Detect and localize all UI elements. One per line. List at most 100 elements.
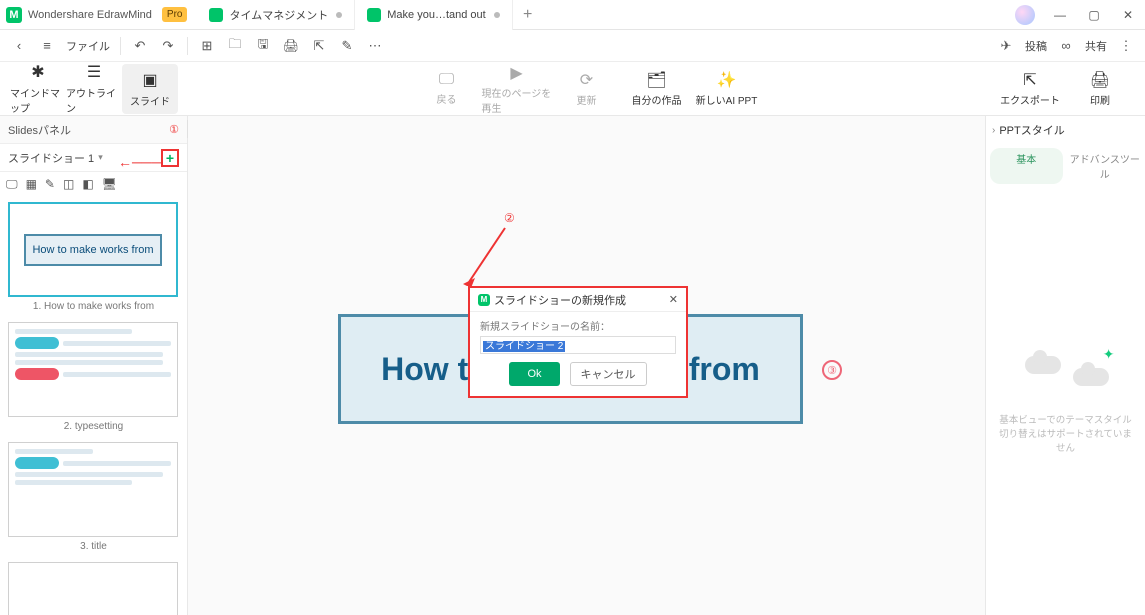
- open-icon[interactable]: 🗀: [226, 35, 244, 57]
- thumb-placeholder: [15, 329, 171, 410]
- edit-icon[interactable]: ✎: [45, 177, 55, 191]
- mode-outline[interactable]: ☰ アウトライン: [66, 56, 122, 121]
- new-slideshow-dialog: M スライドショーの新規作成 ✕ 新規スライドショーの名前： スライドショー 2…: [468, 286, 688, 398]
- workspace: Slidesパネル ① ‹ スライドショー 1 ▾ + ←─── 🖵 ▦ ✎ ◫…: [0, 116, 1145, 615]
- ribbon-back[interactable]: 🖵 戻る: [412, 71, 482, 106]
- ribbon-myworks[interactable]: 🗂 自分の作品: [622, 70, 692, 107]
- grid-icon[interactable]: ▦: [26, 177, 37, 191]
- panel-title: Slidesパネル: [8, 122, 71, 138]
- slides-list: How to make works from 1. How to make wo…: [0, 196, 187, 615]
- app-name: Wondershare EdrawMind: [28, 9, 152, 21]
- slide-caption: 3. title: [8, 541, 179, 552]
- layout-icon[interactable]: ◫: [63, 177, 74, 191]
- redo-icon[interactable]: ↷: [159, 38, 177, 54]
- arrange-icon[interactable]: ◧: [82, 177, 93, 191]
- outline-icon: ☰: [87, 62, 101, 82]
- present-icon[interactable]: 🖵: [6, 177, 18, 192]
- slideshow-name-input[interactable]: スライドショー 2: [480, 336, 676, 354]
- close-button[interactable]: ✕: [1111, 1, 1145, 29]
- share-icon[interactable]: ∞: [1057, 38, 1075, 53]
- file-menu[interactable]: ファイル: [66, 38, 110, 54]
- slideshow-row: スライドショー 1 ▾ + ←───: [0, 144, 187, 172]
- sparkle-icon: ✦: [1103, 346, 1115, 363]
- edit-icon[interactable]: ✎: [338, 38, 356, 54]
- panel-toolbar: 🖵 ▦ ✎ ◫ ◧ 🖥: [0, 172, 187, 196]
- ribbon-update[interactable]: ⟳ 更新: [552, 70, 622, 107]
- separator: [120, 37, 121, 55]
- ribbon-replay[interactable]: ▶ 現在のページを再生: [482, 63, 552, 115]
- slideshow-name: スライドショー 1: [8, 150, 94, 166]
- export-icon: ⇱: [1023, 70, 1036, 90]
- right-panel-body: ✦ 基本ビューでのテーマスタイル切り替えはサポートされていません: [986, 188, 1145, 615]
- document-tab-1[interactable]: タイムマネジメント: [197, 0, 355, 30]
- back-icon[interactable]: ‹: [10, 38, 28, 53]
- mindmap-icon: ✱: [31, 62, 44, 82]
- menu-icon[interactable]: ≡: [38, 38, 56, 53]
- tab-label: Make you…tand out: [387, 9, 485, 21]
- ribbon-aippt[interactable]: ✨ 新しいAI PPT: [692, 70, 762, 107]
- panel-header: Slidesパネル ① ‹: [0, 116, 187, 144]
- new-icon[interactable]: ⊞: [198, 38, 216, 54]
- app-icon: M: [6, 7, 22, 23]
- new-tab-button[interactable]: +: [513, 6, 543, 24]
- mode-slide[interactable]: ▣ スライド: [122, 64, 178, 114]
- annotation-arrow-1: ←───: [118, 154, 162, 170]
- thumb-title: How to make works from: [24, 234, 161, 266]
- mode-label: アウトライン: [66, 85, 122, 115]
- slide-thumb-4[interactable]: [8, 562, 179, 615]
- send-icon[interactable]: ✈: [997, 38, 1015, 54]
- document-icon: [367, 8, 381, 22]
- more-icon[interactable]: ⋯: [366, 38, 384, 54]
- avatar-icon[interactable]: [1015, 5, 1035, 25]
- post-button[interactable]: 投稿: [1025, 38, 1047, 54]
- export-icon[interactable]: ⇱: [310, 38, 328, 54]
- minimize-button[interactable]: —: [1043, 1, 1077, 29]
- ribbon-print[interactable]: 🖨 印刷: [1065, 70, 1135, 107]
- cancel-button[interactable]: キャンセル: [570, 362, 647, 386]
- right-panel-title: PPTスタイル: [999, 122, 1064, 138]
- slide-icon: ▣: [142, 70, 157, 90]
- document-tab-2[interactable]: Make you…tand out: [355, 0, 512, 30]
- dialog-header: M スライドショーの新規作成 ✕: [470, 288, 686, 312]
- ok-button[interactable]: Ok: [509, 362, 559, 386]
- screen-icon: 🖵: [439, 71, 454, 89]
- dropdown-icon[interactable]: ▾: [98, 152, 103, 163]
- ribbon-export[interactable]: ⇱ エクスポート: [995, 70, 1065, 107]
- monitor-icon[interactable]: 🖥: [102, 177, 117, 191]
- titlebar: M Wondershare EdrawMind Pro タイムマネジメント Ma…: [0, 0, 1145, 30]
- tab-advanced[interactable]: アドバンスツール: [1069, 148, 1142, 184]
- thumb-placeholder: [15, 449, 171, 530]
- add-slideshow-button[interactable]: +: [161, 149, 179, 167]
- maximize-button[interactable]: ▢: [1077, 1, 1111, 29]
- menu-dots-icon[interactable]: ⋮: [1117, 38, 1135, 54]
- tab-label: タイムマネジメント: [229, 7, 328, 23]
- ai-icon: ✨: [717, 70, 737, 90]
- separator: [187, 37, 188, 55]
- annotation-arrow-2: [463, 226, 508, 286]
- dialog-field-label: 新規スライドショーの名前：: [480, 318, 676, 333]
- ppt-style-panel: › PPTスタイル 基本 アドバンスツール ✦ 基本ビューでのテーマスタイル切り…: [985, 116, 1145, 615]
- thumb-placeholder: [15, 569, 171, 615]
- expand-panel-icon[interactable]: ›: [992, 125, 995, 136]
- annotation-3: ③: [822, 360, 842, 380]
- slide-thumb-3[interactable]: 3. title: [8, 442, 179, 552]
- tab-basic[interactable]: 基本: [990, 148, 1063, 184]
- mode-mindmap[interactable]: ✱ マインドマップ: [10, 56, 66, 121]
- dirty-dot: [494, 12, 500, 18]
- play-icon: ▶: [510, 63, 522, 83]
- print-icon[interactable]: 🖨: [282, 38, 300, 54]
- mode-label: マインドマップ: [10, 85, 66, 115]
- annotation-2: ②: [504, 211, 515, 225]
- dialog-close-icon[interactable]: ✕: [669, 293, 678, 306]
- dialog-icon: M: [478, 294, 490, 306]
- undo-icon[interactable]: ↶: [131, 38, 149, 54]
- share-button[interactable]: 共有: [1085, 38, 1107, 54]
- slides-panel: Slidesパネル ① ‹ スライドショー 1 ▾ + ←─── 🖵 ▦ ✎ ◫…: [0, 116, 188, 615]
- dialog-title: スライドショーの新規作成: [494, 292, 626, 308]
- slide-caption: 1. How to make works from: [8, 301, 179, 312]
- canvas[interactable]: How to make works from ③ ② M スライドショーの新規作…: [188, 116, 985, 615]
- empty-illustration: ✦: [1021, 350, 1111, 400]
- slide-thumb-2[interactable]: 2. typesetting: [8, 322, 179, 432]
- save-icon[interactable]: 🖫: [254, 35, 272, 57]
- slide-thumb-1[interactable]: How to make works from 1. How to make wo…: [8, 202, 179, 312]
